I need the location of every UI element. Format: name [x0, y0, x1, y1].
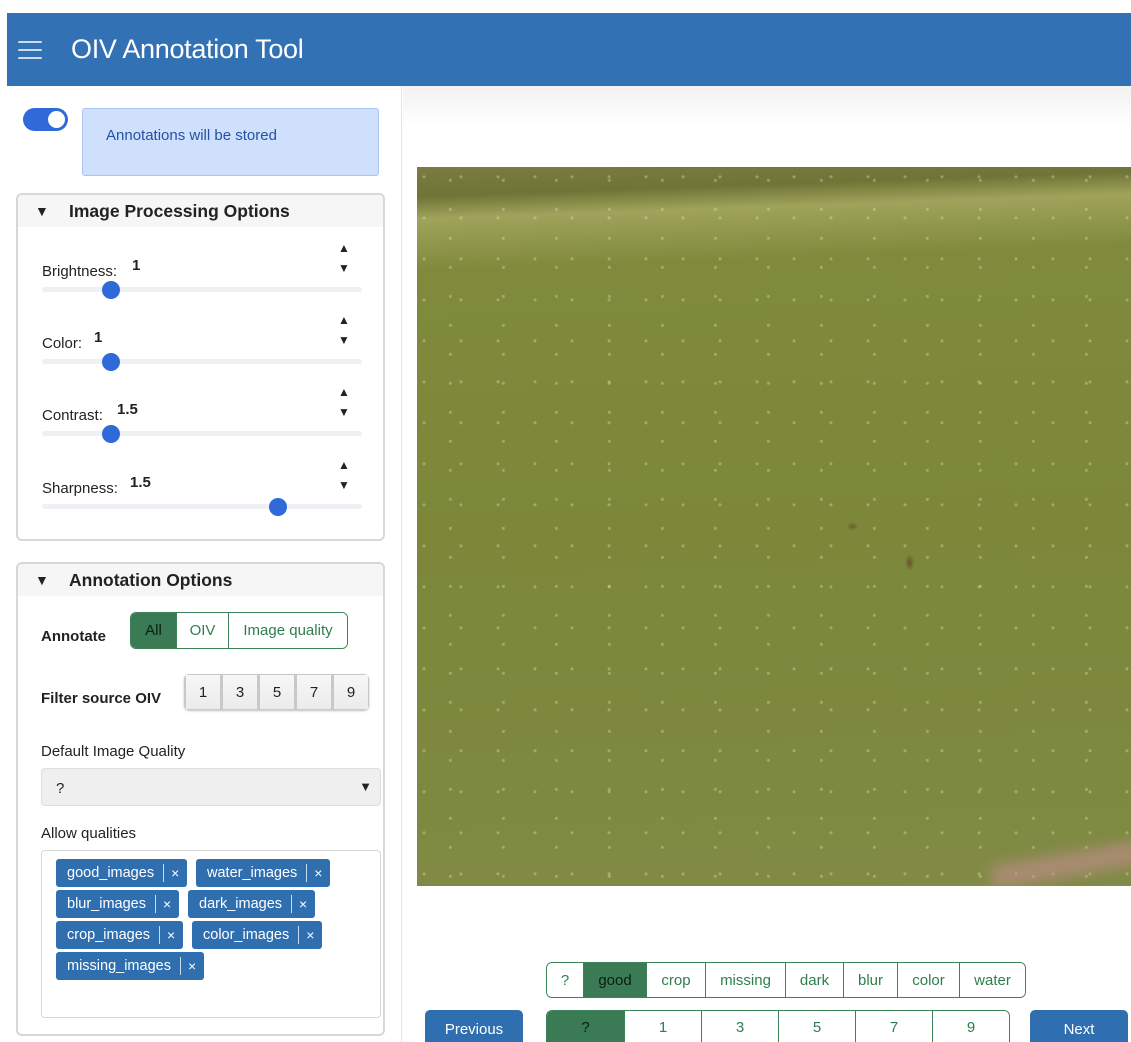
sharpness-thumb[interactable] [269, 498, 287, 516]
quality-tag-water-images: water_images × [196, 859, 331, 887]
contrast-thumb[interactable] [102, 425, 120, 443]
quality-option-missing[interactable]: missing [705, 963, 785, 997]
oiv-option-3[interactable]: 3 [701, 1011, 778, 1042]
quality-option-good[interactable]: good [583, 963, 646, 997]
app-page: OIV Annotation Tool Annotations will be … [0, 0, 1131, 1042]
store-annotations-toggle[interactable] [23, 108, 68, 131]
allow-qualities-label: Allow qualities [41, 825, 137, 842]
default-image-quality-select[interactable]: ? ▼ [41, 768, 381, 806]
filter-oiv-5-button[interactable]: 5 [258, 674, 295, 710]
remove-tag-icon[interactable]: × [171, 865, 187, 881]
oiv-option-1[interactable]: 1 [624, 1011, 701, 1042]
image-processing-title: Image Processing Options [69, 200, 290, 221]
color-increment-icon[interactable]: ▲ [338, 313, 352, 327]
next-button[interactable]: Next [1030, 1010, 1128, 1042]
sharpness-slider-row: Sharpness: 1.5 ▲ ▼ [42, 456, 362, 516]
quality-tag-label: good_images [67, 865, 155, 881]
annotation-options-title: Annotation Options [69, 569, 233, 590]
app-title: OIV Annotation Tool [71, 34, 304, 64]
contrast-label: Contrast: [42, 407, 103, 424]
contrast-slider-row: Contrast: 1.5 ▲ ▼ [42, 383, 362, 443]
color-value: 1 [94, 329, 103, 346]
contrast-increment-icon[interactable]: ▲ [338, 385, 352, 399]
leaf-image [417, 167, 1131, 886]
quality-tag-blur-images: blur_images × [56, 890, 180, 918]
color-track[interactable] [42, 359, 362, 364]
quality-tag-label: color_images [203, 927, 290, 943]
store-status-message: Annotations will be stored [82, 108, 379, 176]
color-label: Color: [42, 335, 83, 352]
quality-option-blur[interactable]: blur [843, 963, 897, 997]
annotate-option-all[interactable]: All [131, 613, 176, 648]
oiv-option-5[interactable]: 5 [778, 1011, 855, 1042]
quality-tag-crop-images: crop_images × [56, 921, 184, 949]
quality-tag-label: dark_images [199, 896, 283, 912]
remove-tag-icon[interactable]: × [167, 927, 183, 943]
brightness-slider-row: Brightness: 1 ▲ ▼ [42, 239, 362, 299]
image-processing-header[interactable]: ▼ Image Processing Options [18, 195, 383, 227]
sharpness-decrement-icon[interactable]: ▼ [338, 478, 352, 492]
default-image-quality-value: ? [56, 780, 65, 797]
remove-tag-icon[interactable]: × [314, 865, 330, 881]
annotate-option-oiv[interactable]: OIV [176, 613, 228, 648]
brightness-thumb[interactable] [102, 281, 120, 299]
quality-option-water[interactable]: water [959, 963, 1025, 997]
quality-option-unknown[interactable]: ? [547, 963, 583, 997]
brightness-label: Brightness: [42, 263, 118, 280]
brightness-value: 1 [132, 257, 141, 274]
color-thumb[interactable] [102, 353, 120, 371]
brightness-decrement-icon[interactable]: ▼ [338, 261, 352, 275]
image-processing-panel: ▼ Image Processing Options Brightness: 1… [16, 193, 385, 541]
quality-tag-color-images: color_images × [192, 921, 323, 949]
oiv-option-unknown[interactable]: ? [547, 1011, 624, 1042]
quality-tag-missing-images: missing_images × [56, 952, 205, 980]
quality-tag-label: water_images [207, 865, 298, 881]
brightness-track[interactable] [42, 287, 362, 292]
contrast-value: 1.5 [117, 401, 138, 418]
default-image-quality-label: Default Image Quality [41, 743, 186, 760]
quality-tag-label: crop_images [67, 927, 151, 943]
filter-oiv-9-button[interactable]: 9 [332, 674, 369, 710]
annotate-option-image-quality[interactable]: Image quality [228, 613, 347, 648]
quality-tag-good-images: good_images × [56, 859, 188, 887]
color-slider-row: Color: 1 ▲ ▼ [42, 311, 362, 371]
quality-tag-label: blur_images [67, 896, 146, 912]
app-header: OIV Annotation Tool [7, 13, 1131, 86]
filter-oiv-7-button[interactable]: 7 [295, 674, 332, 710]
color-decrement-icon[interactable]: ▼ [338, 333, 352, 347]
sharpness-value: 1.5 [130, 474, 151, 491]
quality-option-crop[interactable]: crop [646, 963, 705, 997]
quality-tag-label: missing_images [67, 958, 171, 974]
main-area-top-shadow [403, 86, 1131, 126]
previous-button[interactable]: Previous [425, 1010, 523, 1042]
filter-source-oiv-label: Filter source OIV [41, 690, 162, 707]
triangle-down-icon: ▼ [35, 572, 49, 588]
filter-source-oiv-buttons: 1 3 5 7 9 [184, 674, 369, 710]
remove-tag-icon[interactable]: × [163, 896, 179, 912]
filter-oiv-1-button[interactable]: 1 [184, 674, 221, 710]
oiv-score-selector: ? 1 3 5 7 9 [546, 1010, 1010, 1042]
triangle-down-icon: ▼ [35, 203, 49, 219]
sharpness-increment-icon[interactable]: ▲ [338, 458, 352, 472]
quality-tag-dark-images: dark_images × [188, 890, 316, 918]
image-quality-selector: ? good crop missing dark blur color wate… [546, 962, 1026, 998]
annotation-options-header[interactable]: ▼ Annotation Options [18, 564, 383, 596]
chevron-down-icon: ▼ [359, 779, 372, 794]
quality-option-dark[interactable]: dark [785, 963, 843, 997]
contrast-decrement-icon[interactable]: ▼ [338, 405, 352, 419]
filter-oiv-3-button[interactable]: 3 [221, 674, 258, 710]
contrast-track[interactable] [42, 431, 362, 436]
remove-tag-icon[interactable]: × [299, 896, 315, 912]
sharpness-track[interactable] [42, 504, 362, 509]
sharpness-label: Sharpness: [42, 480, 118, 497]
brightness-increment-icon[interactable]: ▲ [338, 241, 352, 255]
hamburger-menu-icon[interactable] [18, 40, 42, 59]
remove-tag-icon[interactable]: × [306, 927, 322, 943]
oiv-option-7[interactable]: 7 [855, 1011, 932, 1042]
quality-option-color[interactable]: color [897, 963, 959, 997]
oiv-option-9[interactable]: 9 [932, 1011, 1009, 1042]
remove-tag-icon[interactable]: × [188, 958, 204, 974]
annotate-mode-toggle: All OIV Image quality [130, 612, 348, 649]
annotate-label: Annotate [41, 628, 106, 645]
